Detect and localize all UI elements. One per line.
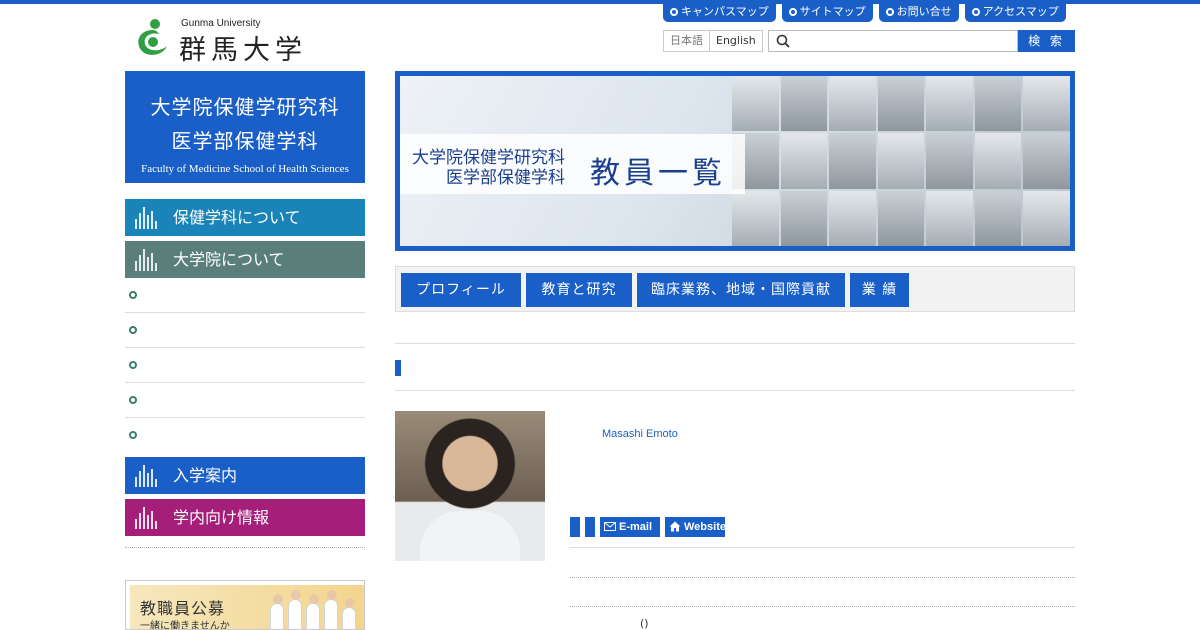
bars-icon <box>135 465 161 487</box>
tab-profile[interactable]: プロフィール <box>401 273 521 307</box>
bars-icon <box>135 249 161 271</box>
website-label: Website <box>684 521 726 533</box>
bars-icon <box>135 507 161 529</box>
dept-title-line1: 大学院保健学研究科 <box>150 95 340 119</box>
logo-text-ja: 群馬大学 <box>179 35 307 66</box>
recruit-title: 教職員公募 <box>140 599 226 618</box>
tag-chip <box>585 517 595 537</box>
circle-bullet-icon <box>129 396 137 404</box>
envelope-icon <box>604 522 616 531</box>
divider <box>570 577 1075 578</box>
lang-english[interactable]: English <box>710 31 762 51</box>
campus-map-label: キャンパスマップ <box>681 5 769 18</box>
tab-achievements[interactable]: 業 績 <box>850 273 909 307</box>
banner-inner: 大学院保健学研究科 医学部保健学科 教員一覧 <box>400 76 1070 246</box>
divider <box>395 390 1075 391</box>
staff-figure <box>270 594 284 629</box>
search-input[interactable] <box>768 30 1018 52</box>
campus-map-link[interactable]: キャンパスマップ <box>663 2 776 22</box>
sidebar-item-label: 保健学科について <box>173 208 301 227</box>
faculty-list-banner: 大学院保健学研究科 医学部保健学科 教員一覧 <box>395 71 1075 251</box>
logo-mark-icon <box>138 19 167 55</box>
sitemap-link[interactable]: サイトマップ <box>781 2 873 22</box>
profile-tabs: プロフィール 教育と研究 臨床業務、地域・国際貢献 業 績 <box>395 266 1075 312</box>
sidebar-subitem[interactable] <box>125 418 365 453</box>
affiliation-paren: () <box>640 617 649 630</box>
search-icon <box>776 34 790 48</box>
sidebar-subitem[interactable] <box>125 313 365 348</box>
tag-chip <box>570 517 580 537</box>
access-map-link[interactable]: アクセスマップ <box>964 2 1066 22</box>
contact-link[interactable]: お問い合せ <box>878 2 959 22</box>
circle-icon <box>971 8 980 16</box>
staff-figure <box>306 594 320 629</box>
divider <box>125 547 365 548</box>
home-icon <box>669 521 681 532</box>
sidebar-subitem[interactable] <box>125 278 365 313</box>
staff-figure <box>324 590 338 629</box>
staff-figure <box>288 590 302 629</box>
dept-title-line2: 医学部保健学科 <box>171 129 319 153</box>
search-button[interactable]: 検 索 <box>1018 30 1075 52</box>
recruitment-banner-bg: 教職員公募 一緒に働きませんか <box>130 585 364 630</box>
lang-japanese[interactable]: 日本語 <box>664 31 710 51</box>
faculty-photo <box>395 411 545 561</box>
language-switch: 日本語 English <box>663 30 763 52</box>
circle-bullet-icon <box>129 291 137 299</box>
banner-line1: 大学院保健学研究科 <box>412 148 565 168</box>
sidebar-item-label: 大学院について <box>173 250 285 269</box>
divider <box>570 606 1075 607</box>
banner-title: 教員一覧 <box>590 156 726 191</box>
circle-icon <box>670 8 678 16</box>
tab-education-research[interactable]: 教育と研究 <box>526 273 632 307</box>
divider <box>570 547 1075 548</box>
circle-bullet-icon <box>129 361 137 369</box>
sidebar-item-admissions[interactable]: 入学案内 <box>125 457 365 494</box>
bars-icon <box>135 207 161 229</box>
utility-nav: キャンパスマップ サイトマップ お問い合せ アクセスマップ <box>663 2 1066 22</box>
circle-icon <box>788 8 797 16</box>
tab-clinical-contribution[interactable]: 臨床業務、地域・国際貢献 <box>637 273 845 307</box>
sidebar-subitem[interactable] <box>125 383 365 418</box>
recruitment-banner[interactable]: 教職員公募 一緒に働きませんか <box>125 580 365 630</box>
divider <box>395 343 1075 344</box>
faculty-photo-grid <box>732 76 1070 246</box>
circle-bullet-icon <box>129 431 137 439</box>
contact-label: お問い合せ <box>896 5 952 18</box>
sidebar-item-internal-info[interactable]: 学内向け情報 <box>125 499 365 536</box>
access-map-label: アクセスマップ <box>982 5 1059 18</box>
dept-title-en: Faculty of Medicine School of Health Sci… <box>141 163 349 175</box>
sidebar-item-label: 学内向け情報 <box>173 508 270 527</box>
staff-figure <box>342 598 356 629</box>
sidebar-item-about-dept[interactable]: 保健学科について <box>125 199 365 236</box>
email-button[interactable]: E-mail <box>600 517 660 537</box>
sidebar-item-label: 入学案内 <box>173 466 238 485</box>
sitemap-label: サイトマップ <box>799 5 866 18</box>
photo-shirt <box>420 511 520 561</box>
circle-bullet-icon <box>129 326 137 334</box>
faculty-name-en: Masashi Emoto <box>602 428 678 440</box>
banner-line2: 医学部保健学科 <box>446 168 565 188</box>
section-heading-marker <box>395 360 401 376</box>
sidebar-item-graduate-school[interactable]: 大学院について <box>125 241 365 278</box>
department-title-block[interactable]: 大学院保健学研究科 医学部保健学科 Faculty of Medicine Sc… <box>125 71 365 183</box>
recruit-subtitle: 一緒に働きませんか <box>140 621 230 630</box>
website-button[interactable]: Website <box>665 517 726 537</box>
sidebar-subitem[interactable] <box>125 348 365 383</box>
university-logo[interactable]: Gunma University 群馬大学 <box>133 16 323 66</box>
circle-icon <box>885 8 894 16</box>
banner-dept-name: 大学院保健学研究科 医学部保健学科 <box>412 148 565 188</box>
email-label: E-mail <box>619 521 653 533</box>
